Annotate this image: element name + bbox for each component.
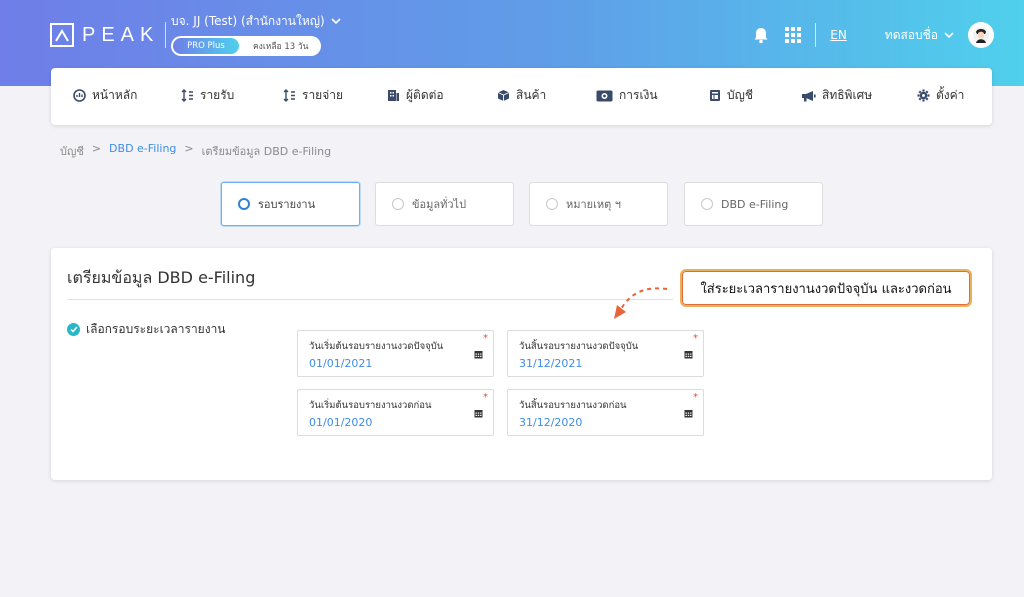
chevron-down-icon — [331, 18, 341, 25]
nav-item-finance[interactable]: การเงิน — [596, 86, 658, 105]
step-label: หมายเหตุ ฯ — [566, 198, 621, 211]
language-toggle[interactable]: EN — [830, 28, 847, 42]
step-report-period[interactable]: รอบรายงาน — [221, 182, 360, 226]
company-name: บจ. JJ (Test) (สำนักงานใหญ่) — [171, 14, 325, 28]
page-title: เตรียมข้อมูล DBD e-Filing — [67, 268, 256, 287]
field-value: 01/01/2021 — [309, 357, 373, 370]
step-general-info[interactable]: ข้อมูลทั่วไป — [375, 182, 514, 226]
breadcrumb-item-dbd[interactable]: DBD e-Filing — [109, 142, 176, 160]
field-label: วันสิ้นรอบรายงานงวดก่อน — [519, 400, 627, 411]
avatar[interactable] — [968, 22, 994, 48]
field-label: วันเริ่มต้นรอบรายงานงวดปัจจุบัน — [309, 341, 444, 352]
gear-icon — [917, 89, 930, 102]
check-circle-icon — [67, 323, 80, 336]
plan-days-left: คงเหลือ 13 วัน — [253, 42, 309, 52]
callout-text: ใส่ระยะเวลารายงานงวดปัจจุบัน และงวดก่อน — [700, 281, 952, 297]
section-label: เลือกรอบระยะเวลารายงาน — [67, 320, 226, 339]
title-divider — [67, 299, 673, 300]
user-name: ทดสอบชื่อ — [884, 27, 938, 42]
nav-item-privileges[interactable]: สิทธิพิเศษ — [801, 86, 872, 105]
bell-icon[interactable] — [753, 27, 769, 44]
nav-item-contacts[interactable]: ผู้ติดต่อ — [387, 86, 444, 105]
breadcrumb-separator: > — [184, 142, 194, 155]
required-mark: * — [483, 333, 488, 344]
radio-empty-icon — [546, 198, 558, 210]
nav-label: รายรับ — [200, 88, 235, 102]
calendar-icon[interactable] — [474, 409, 483, 418]
breadcrumb-separator: > — [91, 142, 102, 155]
breadcrumb-item-accounting[interactable]: บัญชี — [60, 142, 84, 160]
logo-text: PEAK — [82, 23, 160, 46]
field-value: 01/01/2020 — [309, 416, 373, 429]
breadcrumb: บัญชี > DBD e-Filing > เตรียมข้อมูล DBD … — [60, 142, 331, 160]
nav-item-accounting[interactable]: บัญชี — [709, 86, 753, 105]
product-icon — [497, 90, 510, 101]
breadcrumb-item-current: เตรียมข้อมูล DBD e-Filing — [201, 145, 332, 158]
nav-label: สิทธิพิเศษ — [822, 88, 873, 102]
section-label-text: เลือกรอบระยะเวลารายงาน — [86, 322, 226, 336]
nav-label: ผู้ติดต่อ — [406, 88, 444, 102]
radio-empty-icon — [392, 198, 404, 210]
plan-badge[interactable]: PRO Plus คงเหลือ 13 วัน — [171, 36, 321, 56]
logo-mark-icon — [50, 23, 74, 47]
nav-item-products[interactable]: สินค้า — [497, 86, 546, 105]
previous-start-date-field[interactable]: วันเริ่มต้นรอบรายงานงวดก่อน 01/01/2020 * — [297, 389, 494, 436]
required-mark: * — [483, 392, 488, 403]
step-notes[interactable]: หมายเหตุ ฯ — [529, 182, 668, 226]
company-selector[interactable]: บจ. JJ (Test) (สำนักงานใหญ่) — [171, 12, 341, 31]
nav-item-income[interactable]: รายรับ — [181, 86, 234, 105]
user-menu[interactable]: ทดสอบชื่อ — [885, 22, 994, 48]
user-avatar-icon — [973, 27, 989, 43]
nav-label: บัญชี — [727, 88, 753, 102]
peak-logo[interactable]: PEAK — [50, 22, 167, 48]
nav-label: หน้าหลัก — [92, 88, 138, 102]
dashboard-icon — [73, 89, 86, 102]
plan-name: PRO Plus — [173, 38, 239, 54]
header-actions: EN ทดสอบชื่อ — [753, 20, 994, 50]
contacts-icon — [388, 90, 399, 101]
annotation-callout: ใส่ระยะเวลารายงานงวดปัจจุบัน และงวดก่อน — [680, 269, 972, 307]
money-icon — [596, 90, 613, 101]
field-label: วันเริ่มต้นรอบรายงานงวดก่อน — [309, 400, 432, 411]
expense-icon — [283, 89, 295, 102]
nav-label: สินค้า — [516, 88, 547, 102]
current-end-date-field[interactable]: วันสิ้นรอบรายงานงวดปัจจุบัน 31/12/2021 * — [507, 330, 704, 377]
megaphone-icon — [802, 90, 816, 101]
nav-item-expense[interactable]: รายจ่าย — [283, 86, 343, 105]
header-divider — [815, 23, 817, 47]
nav-label: การเงิน — [619, 88, 658, 102]
calendar-icon[interactable] — [684, 409, 693, 418]
main-navbar: หน้าหลัก รายรับ รายจ่าย ผู้ติดต่อ สินค้า… — [51, 68, 992, 125]
calendar-icon[interactable] — [684, 350, 693, 359]
step-label: ข้อมูลทั่วไป — [412, 198, 467, 211]
step-label: รอบรายงาน — [258, 198, 316, 211]
radio-empty-icon — [701, 198, 713, 210]
step-dbd-efiling[interactable]: DBD e-Filing — [684, 182, 823, 226]
field-label: วันสิ้นรอบรายงานงวดปัจจุบัน — [519, 341, 639, 352]
radio-selected-icon — [238, 198, 250, 210]
chevron-down-icon — [944, 31, 954, 38]
income-icon — [181, 89, 193, 102]
nav-item-home[interactable]: หน้าหลัก — [73, 86, 137, 105]
nav-label: รายจ่าย — [302, 88, 344, 102]
required-mark: * — [693, 333, 698, 344]
step-label: DBD e-Filing — [721, 197, 789, 211]
previous-end-date-field[interactable]: วันสิ้นรอบรายงานงวดก่อน 31/12/2020 * — [507, 389, 704, 436]
current-start-date-field[interactable]: วันเริ่มต้นรอบรายงานงวดปัจจุบัน 01/01/20… — [297, 330, 494, 377]
apps-grid-icon[interactable] — [785, 27, 802, 43]
field-value: 31/12/2021 — [519, 357, 583, 370]
nav-label: ตั้งค่า — [936, 88, 965, 102]
calendar-icon[interactable] — [474, 350, 483, 359]
callout-arrow-icon — [614, 287, 668, 319]
accounting-icon — [710, 90, 720, 101]
logo-divider — [165, 22, 167, 48]
field-value: 31/12/2020 — [519, 416, 583, 429]
nav-item-settings[interactable]: ตั้งค่า — [917, 86, 964, 105]
required-mark: * — [693, 392, 698, 403]
